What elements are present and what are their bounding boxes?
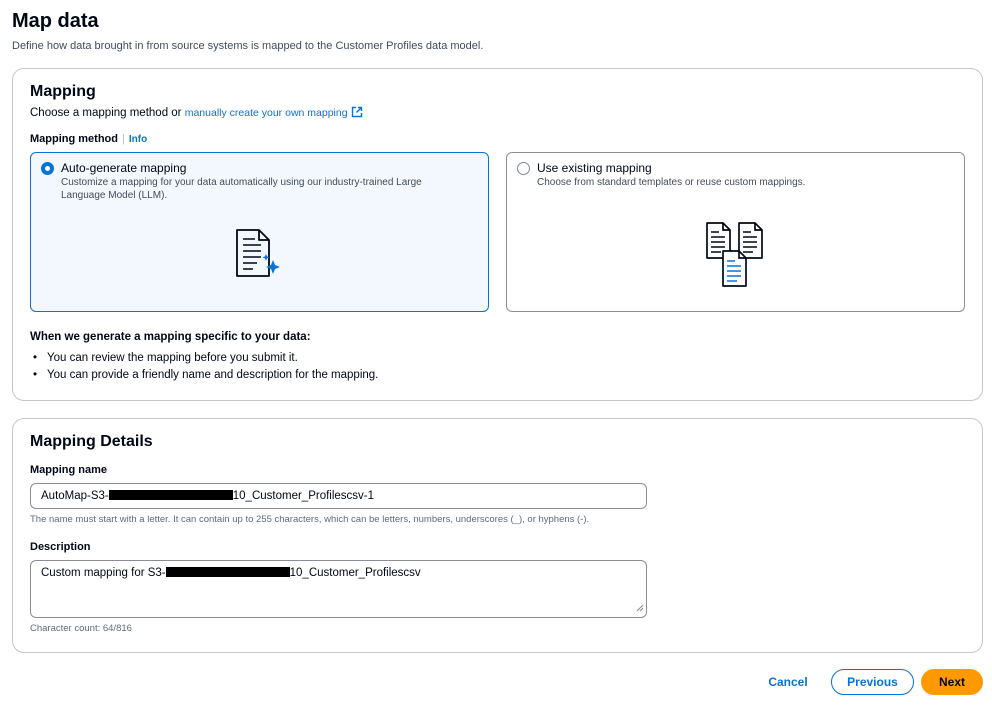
mapping-name-prefix: AutoMap-S3- xyxy=(41,490,109,502)
manual-mapping-link-label: manually create your own mapping xyxy=(184,107,348,119)
mapping-name-label: Mapping name xyxy=(30,464,108,476)
resize-handle-icon[interactable] xyxy=(636,603,644,615)
page-description: Define how data brought in from source s… xyxy=(12,40,484,52)
mapping-details-container: Mapping Details Mapping name AutoMap-S3-… xyxy=(12,418,983,653)
mapping-container: Mapping Choose a mapping method or manua… xyxy=(12,68,983,401)
mapping-method-text: Mapping method xyxy=(30,133,118,145)
external-link-icon xyxy=(351,106,363,121)
mapping-choose-text: Choose a mapping method or manually crea… xyxy=(30,106,363,121)
mapping-name-suffix: 10_Customer_Profilescsv-1 xyxy=(232,490,375,502)
choose-text: Choose a mapping method or xyxy=(30,107,182,119)
mapping-method-label: Mapping method | Info xyxy=(30,133,147,145)
documents-stack-icon xyxy=(704,220,768,295)
cancel-button[interactable]: Cancel xyxy=(758,669,818,695)
auto-generate-description: Customize a mapping for your data automa… xyxy=(61,177,422,201)
auto-generate-mapping-option[interactable]: Auto-generate mapping Customize a mappin… xyxy=(30,152,489,312)
document-sparkle-icon xyxy=(235,228,283,283)
mapping-name-input[interactable]: AutoMap-S3- 10_Customer_Profilescsv-1 xyxy=(30,483,647,509)
auto-generate-title: Auto-generate mapping xyxy=(61,161,187,175)
manual-mapping-link[interactable]: manually create your own mapping xyxy=(184,106,363,121)
use-existing-description: Choose from standard templates or reuse … xyxy=(537,177,806,188)
when-generate-title: When we generate a mapping specific to y… xyxy=(30,331,311,343)
mapping-details-heading: Mapping Details xyxy=(30,433,153,450)
mapping-name-hint: The name must start with a letter. It ca… xyxy=(30,514,590,525)
list-item: You can review the mapping before you su… xyxy=(30,350,378,367)
list-item: You can provide a friendly name and desc… xyxy=(30,367,378,384)
description-prefix: Custom mapping for S3- xyxy=(41,567,166,579)
redaction-bar xyxy=(165,567,290,577)
use-existing-mapping-option[interactable]: Use existing mapping Choose from standar… xyxy=(506,152,965,312)
auto-generate-radio[interactable] xyxy=(41,162,54,175)
description-textarea[interactable]: Custom mapping for S3- 10_Customer_Profil… xyxy=(30,560,647,618)
character-count: Character count: 64/816 xyxy=(30,623,132,634)
description-suffix: 10_Customer_Profilescsv xyxy=(289,567,421,579)
redaction-bar xyxy=(108,490,233,500)
next-button[interactable]: Next xyxy=(921,669,983,695)
use-existing-title: Use existing mapping xyxy=(537,161,652,175)
use-existing-radio[interactable] xyxy=(517,162,530,175)
previous-button[interactable]: Previous xyxy=(831,669,914,695)
benefits-list: You can review the mapping before you su… xyxy=(30,350,378,384)
info-link[interactable]: Info xyxy=(129,134,147,145)
mapping-heading: Mapping xyxy=(30,83,96,100)
info-separator: | xyxy=(122,133,125,145)
description-label: Description xyxy=(30,541,91,553)
page-title: Map data xyxy=(12,10,99,32)
